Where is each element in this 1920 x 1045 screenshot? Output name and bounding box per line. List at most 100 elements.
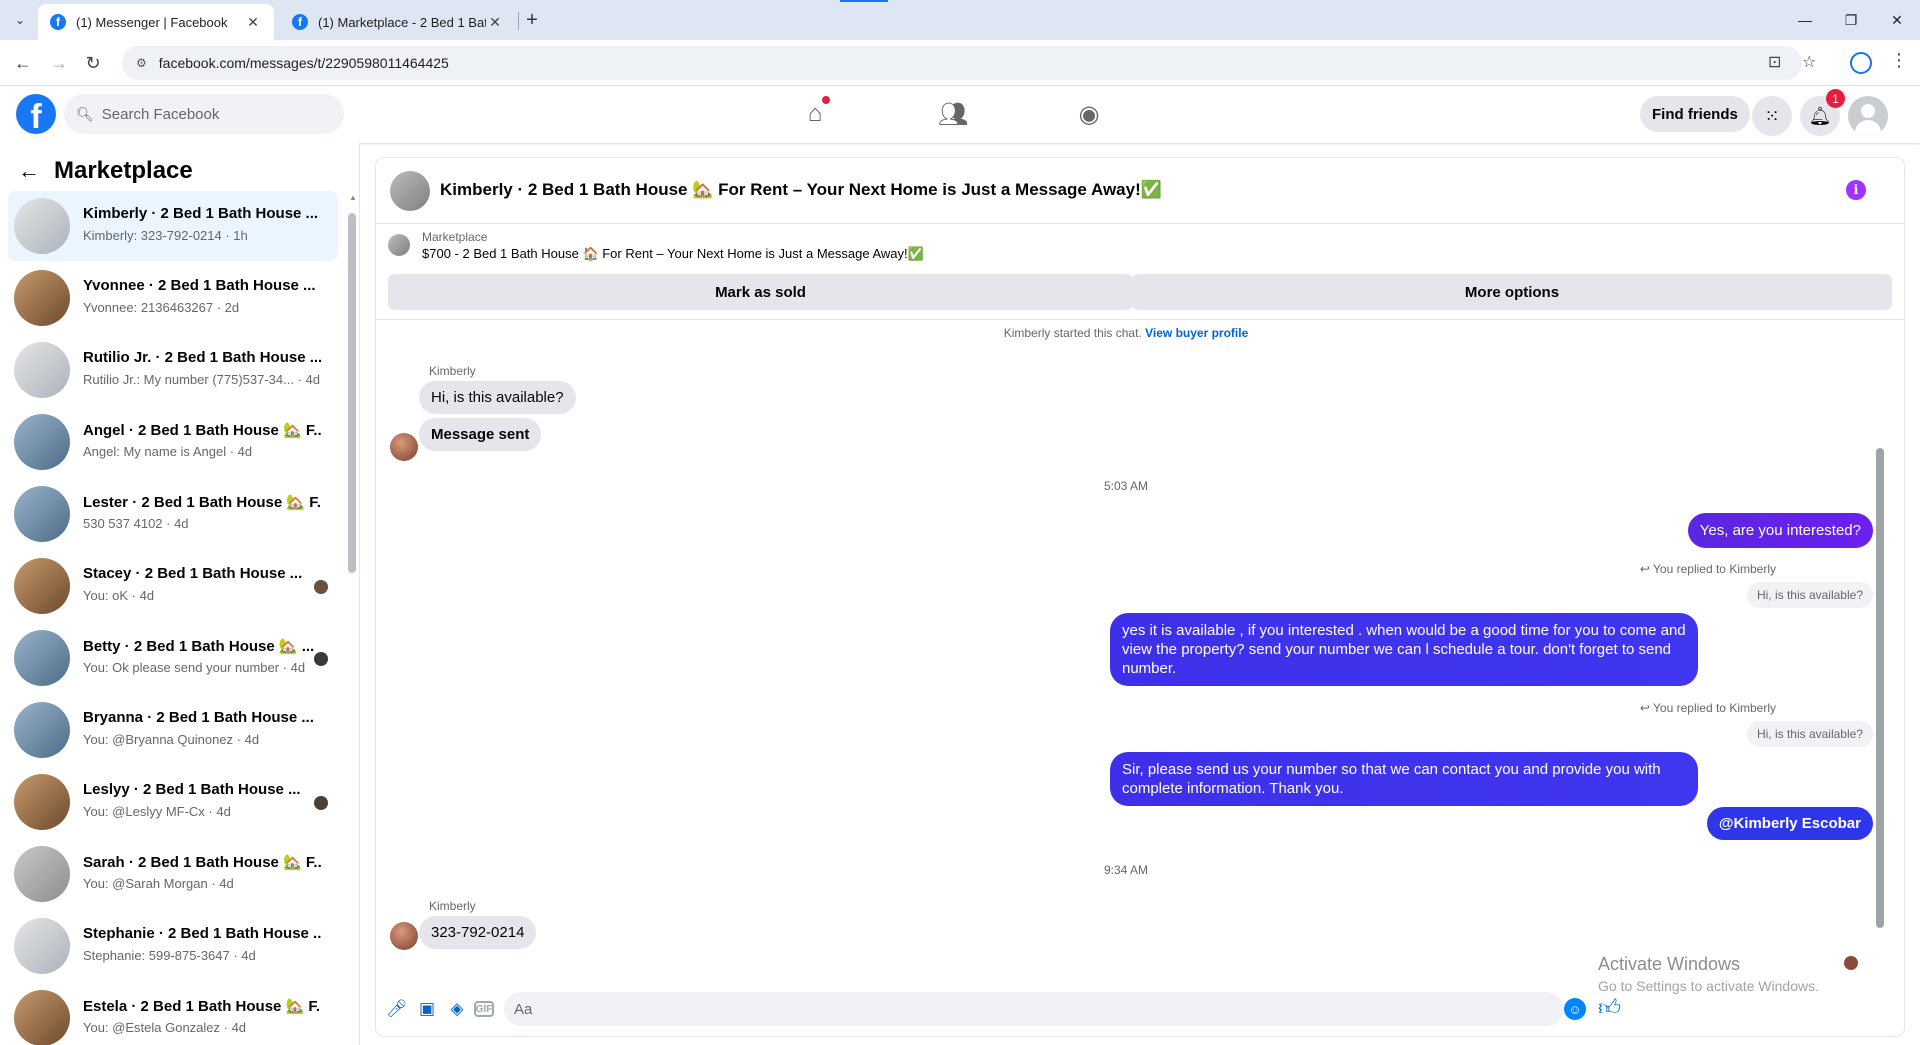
list-item[interactable]: Yvonnee · 2 Bed 1 Bath House ... Yvonnee…	[8, 263, 338, 333]
sidebar-scrollbar[interactable]	[348, 213, 356, 573]
chat-title[interactable]: Kimberly · 2 Bed 1 Bath House 🏡 For Rent…	[440, 180, 1162, 200]
sender-name: Kimberly	[429, 899, 476, 913]
listing-summary[interactable]: Marketplace $700 - 2 Bed 1 Bath House 🏠 …	[388, 230, 1888, 261]
seen-avatar	[314, 580, 328, 594]
address-bar[interactable]: ⚙ facebook.com/messages/t/22905980114644…	[122, 46, 1802, 80]
listing-thumbnail	[14, 486, 70, 542]
conversation-preview: You: Ok please send your number · 4d	[83, 660, 306, 675]
new-tab-icon[interactable]: +	[520, 8, 544, 32]
back-arrow-icon[interactable]: ←	[18, 158, 40, 184]
search-input[interactable]: 🔍︎ Search Facebook	[64, 94, 344, 134]
browser-menu-icon[interactable]: ⋮	[1890, 50, 1908, 71]
listing-thumbnail	[14, 558, 70, 614]
facebook-favicon-icon: f	[292, 14, 308, 30]
list-item[interactable]: Sarah · 2 Bed 1 Bath House 🏡 F... You: @…	[8, 839, 338, 909]
mark-as-sold-button[interactable]: Mark as sold	[388, 274, 1133, 310]
chat-panel: Kimberly · 2 Bed 1 Bath House 🏡 For Rent…	[376, 158, 1904, 1036]
home-notification-dot	[822, 96, 830, 104]
close-window-icon[interactable]: ✕	[1874, 0, 1920, 40]
reload-icon[interactable]: ↻	[82, 52, 104, 74]
conversation-preview: You: @Leslyy MF-Cx · 4d	[83, 804, 231, 819]
incoming-message[interactable]: Hi, is this available?	[419, 381, 576, 414]
find-friends-button[interactable]: Find friends	[1640, 96, 1750, 132]
menu-grid-icon[interactable]: ⁙	[1752, 96, 1792, 136]
friends-icon[interactable]: 👥︎	[935, 96, 971, 132]
browser-tab-bar: ⌄ f (1) Messenger | Facebook ✕ f (1) Mar…	[0, 0, 1920, 40]
tab-search-chevron-icon[interactable]: ⌄	[8, 8, 32, 32]
notification-badge: 1	[1826, 89, 1845, 108]
listing-thumbnail	[14, 198, 70, 254]
outgoing-message[interactable]: Yes, are you interested?	[1687, 513, 1873, 548]
sender-avatar[interactable]	[390, 433, 418, 461]
close-tab-icon[interactable]: ✕	[244, 14, 262, 31]
conversation-name: Kimberly · 2 Bed 1 Bath House ...	[83, 205, 319, 222]
list-item[interactable]: Kimberly · 2 Bed 1 Bath House ... Kimber…	[8, 191, 338, 261]
conversation-name: Betty · 2 Bed 1 Bath House 🏡 ...	[83, 638, 315, 655]
list-item[interactable]: Estela · 2 Bed 1 Bath House 🏡 F... You: …	[8, 983, 338, 1045]
conversation-preview: Stephanie: 599-875-3647 · 4d	[83, 948, 256, 963]
divider	[376, 319, 1904, 320]
conversation-preview: You: @Sarah Morgan · 4d	[83, 876, 234, 891]
mention-message[interactable]: @Kimberly Escobar	[1706, 807, 1873, 840]
list-item[interactable]: Stephanie · 2 Bed 1 Bath House ... Steph…	[8, 911, 338, 981]
outgoing-message[interactable]: Sir, please send us your number so that …	[1110, 752, 1698, 806]
emoji-icon[interactable]: ☺	[1564, 998, 1586, 1020]
view-buyer-profile-link[interactable]: View buyer profile	[1145, 326, 1248, 340]
bookmark-star-icon[interactable]: ☆	[1802, 52, 1816, 72]
scroll-up-arrow-icon[interactable]: ▲	[349, 193, 357, 202]
account-avatar[interactable]	[1848, 96, 1888, 136]
browser-profile-icon[interactable]	[1850, 52, 1872, 74]
minimize-window-icon[interactable]: —	[1782, 0, 1828, 40]
chat-scrollbar[interactable]	[1876, 448, 1884, 928]
listing-thumbnail	[388, 234, 410, 256]
browser-toolbar: ← → ↻ ⚙ facebook.com/messages/t/22905980…	[0, 40, 1920, 86]
install-app-icon[interactable]: ⊡	[1768, 52, 1781, 72]
avatar-body	[1855, 120, 1881, 136]
list-item[interactable]: Lester · 2 Bed 1 Bath House 🏡 F... 530 5…	[8, 479, 338, 549]
list-item[interactable]: Betty · 2 Bed 1 Bath House 🏡 ... You: Ok…	[8, 623, 338, 693]
tab-messenger[interactable]: f (1) Messenger | Facebook ✕	[38, 4, 274, 40]
outgoing-message[interactable]: yes it is available , if you interested …	[1110, 613, 1698, 686]
list-item[interactable]: Angel · 2 Bed 1 Bath House 🏡 F... Angel:…	[8, 407, 338, 477]
listing-avatar[interactable]	[390, 171, 430, 211]
windows-watermark-title: Activate Windows	[1598, 954, 1741, 974]
list-item[interactable]: Stacey · 2 Bed 1 Bath House ... You: oK …	[8, 551, 338, 621]
thumbs-up-icon[interactable]: 👍︎	[1598, 994, 1621, 1021]
back-arrow-icon[interactable]: ←	[12, 52, 34, 74]
tab-marketplace[interactable]: f (1) Marketplace - 2 Bed 1 Bath ✕	[280, 4, 516, 40]
message-input[interactable]: Aa	[504, 992, 1564, 1026]
chat-started-notice: Kimberly started this chat. View buyer p…	[376, 326, 1876, 340]
listing-thumbnail	[14, 342, 70, 398]
sticker-icon[interactable]: ◈	[446, 998, 468, 1020]
tab-divider	[518, 12, 519, 30]
facebook-logo-icon[interactable]: f	[16, 94, 56, 134]
sender-avatar[interactable]	[390, 922, 418, 950]
photo-icon[interactable]: ▣	[416, 998, 438, 1020]
quoted-message[interactable]: Hi, is this available?	[1746, 721, 1873, 747]
microphone-icon[interactable]: 🎤︎	[386, 998, 408, 1020]
quoted-message[interactable]: Hi, is this available?	[1746, 582, 1873, 608]
timestamp: 5:03 AM	[1103, 479, 1149, 493]
info-icon[interactable]: i	[1846, 180, 1866, 200]
search-icon: 🔍︎	[76, 105, 94, 122]
gif-icon[interactable]: GIF	[474, 1001, 494, 1017]
site-info-icon[interactable]: ⚙	[136, 56, 147, 70]
conversation-preview: Kimberly: 323-792-0214 · 1h	[83, 228, 248, 243]
conversation-name: Stephanie · 2 Bed 1 Bath House ...	[83, 925, 321, 942]
conversation-preview: Rutilio Jr.: My number (775)537-34... · …	[83, 372, 320, 387]
incoming-message[interactable]: 323-792-0214	[419, 916, 537, 949]
more-options-button[interactable]: More options	[1132, 274, 1892, 310]
restore-window-icon[interactable]: ❐	[1828, 0, 1874, 40]
close-tab-icon[interactable]: ✕	[486, 14, 504, 31]
list-item[interactable]: Bryanna · 2 Bed 1 Bath House ... You: @B…	[8, 695, 338, 765]
conversation-sidebar: ← Marketplace Kimberly · 2 Bed 1 Bath Ho…	[0, 143, 360, 1045]
list-item[interactable]: Rutilio Jr. · 2 Bed 1 Bath House ... Rut…	[8, 335, 338, 405]
forward-arrow-icon[interactable]: →	[48, 52, 70, 74]
chat-header: Kimberly · 2 Bed 1 Bath House 🏡 For Rent…	[376, 158, 1904, 224]
list-item[interactable]: Leslyy · 2 Bed 1 Bath House ... You: @Le…	[8, 767, 338, 837]
listing-thumbnail	[14, 702, 70, 758]
listing-thumbnail	[14, 990, 70, 1045]
incoming-message[interactable]: Message sent	[419, 418, 542, 451]
listing-thumbnail	[14, 846, 70, 902]
groups-icon[interactable]: ◉	[1071, 96, 1107, 132]
